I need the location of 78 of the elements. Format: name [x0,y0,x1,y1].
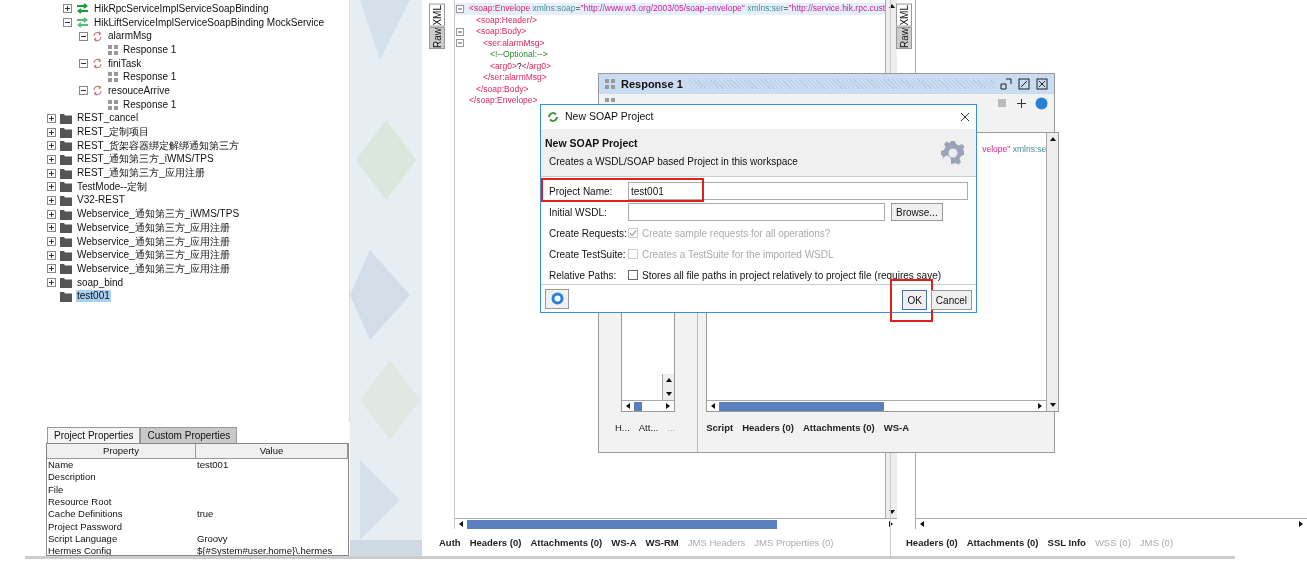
browse-button[interactable]: Browse... [891,203,943,222]
tree-item[interactable]: REST_cancel [76,112,140,125]
tree-item[interactable]: Webservice_通知第三方_应用注册 [76,235,232,248]
xml-line: </soap:Body> [476,83,529,95]
side-tab[interactable]: Raw [896,26,912,49]
side-tab[interactable]: XML [896,4,912,27]
xml-line: <arg0>?</arg0> [490,60,551,72]
side-tab[interactable]: XML [429,4,445,27]
tree-item[interactable]: HikLiftServiceImplServiceSoapBinding MockService [93,16,326,29]
tree-item[interactable]: resouceArrive [107,84,171,97]
field-label: Create Requests: [549,226,628,241]
tree-item[interactable]: alarmMsg [107,30,153,43]
dialog-heading: New SOAP Project [545,135,639,151]
field-label: Project Name: [549,184,614,199]
window-title: Response 1 [621,76,683,92]
field-label: Initial WSDL: [549,205,608,220]
checkbox-label: Creates a TestSuite for the imported WSDL [642,247,834,262]
tree-item[interactable]: Webservice_通知第三方_应用注册 [76,221,232,234]
bottom-tab[interactable]: Headers (0) [742,420,794,436]
tree-item[interactable]: soap_bind [76,276,125,289]
checkbox-label: Stores all file paths in project relatively to project file (requires save) [642,268,942,283]
bottom-tab[interactable]: Script [706,420,734,436]
xml-line: <soap:Header/> [476,14,537,26]
property-name: Name [48,458,74,473]
xml-line: velope" xmlns:se [982,144,1047,154]
bottom-tab[interactable]: WS-RM [645,535,679,551]
property-value: test001 [197,458,229,473]
bottom-tab[interactable]: Att... [638,420,659,436]
side-tab[interactable]: Raw [429,26,445,49]
tree-item[interactable]: Webservice_通知第三方_应用注册 [76,249,232,262]
property-name: Project Password [48,519,122,534]
text-field[interactable]: test001 [628,182,968,201]
xml-line: <soap:Envelope xmlns:soap="http://www.w3.org/2003/05/soap-envelope" xmlns:ser="http://service.hik.rpc.cust [469,3,886,15]
xml-line: <soap:Body> [476,26,527,38]
tree-item[interactable]: test001 [76,290,111,303]
bottom-tab[interactable]: Headers (0) [469,535,522,551]
properties-tab[interactable]: Project Properties [47,427,141,443]
checkbox-label: Create sample requests for all operations? [642,226,831,241]
field-label: Create TestSuite: [549,247,627,262]
property-name: Script Language [48,532,118,546]
property-name: File [48,482,64,497]
tree-item[interactable]: REST_通知第三方_iWMS/TPS [76,153,215,166]
field-label: Relative Paths: [549,268,618,283]
dialog-title: New SOAP Project [565,109,654,124]
bottom-tab[interactable]: SSL Info [1047,535,1086,551]
tree-item[interactable]: Webservice_通知第三方_iWMS/TPS [76,208,241,221]
dialog-description: Creates a WSDL/SOAP based Project in this workspace [548,155,799,170]
tree-item[interactable]: HikRpcServiceImplServiceSoapBinding [93,2,270,15]
property-value: Groovy [197,531,228,546]
xml-line: </ser:alarmMsg> [483,72,547,84]
dialog-button[interactable]: OK [902,290,927,311]
bottom-tab[interactable]: Auth [439,535,461,551]
bottom-tab[interactable]: Attachments (0) [966,535,1039,551]
column-header[interactable]: Value [196,444,348,458]
tree-item[interactable]: Webservice_通知第三方_应用注册 [76,262,232,275]
tree-item[interactable]: Response 1 [122,43,178,56]
tree-item[interactable]: Response 1 [122,98,178,111]
property-name: Description [48,470,96,485]
column-header[interactable]: Property [47,444,196,458]
xml-line: </soap:Envelope> [469,95,538,107]
bottom-tab[interactable]: WS-A [611,535,637,551]
property-name: Cache Definitions [48,507,123,522]
tree-item[interactable]: REST_货架容器绑定解绑通知第三方 [76,139,241,152]
xml-line: <!--Optional:--> [490,49,548,61]
xml-line: <ser:alarmMsg> [483,37,545,49]
property-name: Resource Root [48,494,112,509]
tree-item[interactable]: TestMode--定制 [76,180,148,193]
bottom-tab[interactable]: Attachments (0) [530,535,603,551]
properties-tab[interactable]: Custom Properties [140,427,238,443]
bottom-tab[interactable]: Headers (0) [906,535,958,551]
tree-item[interactable]: Response 1 [122,71,178,84]
bottom-tab[interactable]: WS-A [883,420,910,436]
property-value: true [197,507,214,522]
bottom-tab[interactable]: Attachments (0) [802,420,875,436]
dialog-button[interactable]: Cancel [930,290,972,311]
bottom-tab[interactable]: H... [615,420,630,436]
tree-item[interactable]: REST_通知第三方_应用注册 [76,167,206,180]
tree-item[interactable]: finiTask [107,57,143,70]
